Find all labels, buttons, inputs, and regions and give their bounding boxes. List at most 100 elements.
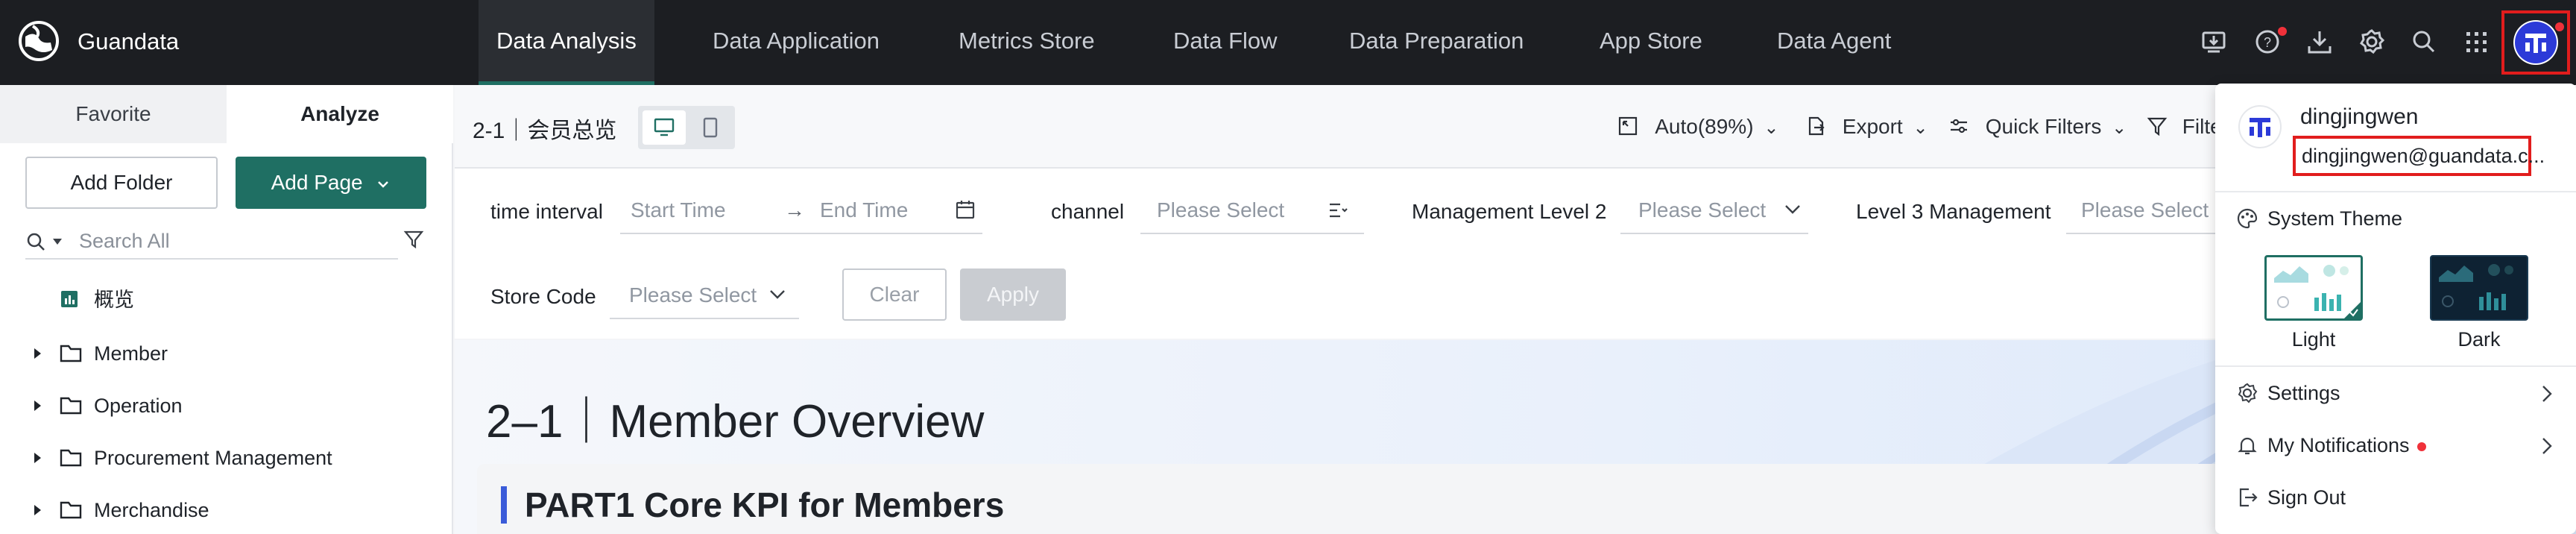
end-time-input[interactable]: End Time xyxy=(820,198,908,222)
filter-icon xyxy=(2147,117,2168,136)
apply-button[interactable]: Apply xyxy=(960,268,1066,321)
apps-grid-icon[interactable] xyxy=(2461,27,2491,57)
help-notification-dot xyxy=(2278,27,2287,36)
tree-item-operation[interactable]: Operation xyxy=(0,383,447,428)
search-input[interactable]: Search All xyxy=(79,230,170,253)
zoom-label: Auto(89%) xyxy=(1655,115,1754,138)
search-icon[interactable] xyxy=(2409,27,2439,57)
desktop-icon xyxy=(654,118,675,136)
svg-text:?: ? xyxy=(2264,35,2271,50)
sidebar-search[interactable]: Search All xyxy=(25,227,398,260)
list-filter-icon xyxy=(1330,203,1348,218)
time-interval-label: time interval xyxy=(490,200,603,223)
chevron-down-icon xyxy=(378,180,389,188)
user-avatar-large xyxy=(2238,105,2282,148)
zoom-fit-icon xyxy=(1618,116,1638,136)
chevron-right-icon xyxy=(2542,386,2552,402)
management-level-2-placeholder: Please Select xyxy=(1638,198,1767,222)
date-range-input[interactable]: Start Time → End Time xyxy=(620,186,982,234)
caret-right-icon[interactable] xyxy=(33,400,42,412)
settings-icon xyxy=(2238,383,2258,403)
store-code-placeholder: Please Select xyxy=(629,283,757,307)
theme-dark-label[interactable]: Dark xyxy=(2430,328,2528,351)
folder-icon xyxy=(60,397,82,415)
caret-down-icon[interactable] xyxy=(52,237,63,246)
export-menu[interactable]: Export ⌄ xyxy=(1805,115,1928,139)
tree-item-label: Member xyxy=(94,342,168,365)
caret-right-icon[interactable] xyxy=(33,348,42,359)
nav-tab-data-preparation[interactable]: Data Preparation xyxy=(1349,0,1524,85)
quick-filters-label: Quick Filters xyxy=(1985,115,2102,138)
tree-item-merchandise[interactable]: Merchandise xyxy=(0,488,447,533)
page-title: 2-1｜会员总览 xyxy=(473,119,617,143)
caret-right-icon[interactable] xyxy=(33,504,42,516)
store-code-label: Store Code xyxy=(490,285,596,308)
nav-tab-data-flow[interactable]: Data Flow xyxy=(1173,0,1278,85)
export-label: Export xyxy=(1842,115,1903,138)
theme-dark-option[interactable] xyxy=(2430,255,2528,321)
range-arrow-icon: → xyxy=(784,198,805,222)
dashboard-download-icon[interactable] xyxy=(2199,27,2229,57)
device-toggle xyxy=(638,106,735,149)
desktop-view-button[interactable] xyxy=(643,110,686,145)
channel-label: channel xyxy=(1051,200,1125,223)
tree-item-label: 概览 xyxy=(94,289,134,311)
clear-button[interactable]: Clear xyxy=(842,268,947,321)
user-avatar-button[interactable] xyxy=(2501,10,2570,75)
tree-item-label: Procurement Management xyxy=(94,447,332,469)
section-accent-bar xyxy=(501,486,507,524)
zoom-select[interactable]: Auto(89%) ⌄ xyxy=(1617,115,1778,139)
tree-item-label: Operation xyxy=(94,395,183,417)
theme-light-label[interactable]: Light xyxy=(2264,328,2363,351)
level-3-management-select[interactable]: Please Select xyxy=(2066,186,2215,234)
nav-tab-data-application[interactable]: Data Application xyxy=(713,0,880,85)
tree-item-label: Merchandise xyxy=(94,499,209,521)
divider xyxy=(2215,365,2576,367)
nav-tab-metrics-store[interactable]: Metrics Store xyxy=(959,0,1095,85)
channel-select[interactable]: Please Select xyxy=(1140,186,1364,234)
download-icon[interactable] xyxy=(2305,27,2334,57)
add-page-button[interactable]: Add Page xyxy=(236,157,426,209)
top-nav-bar: Guandata Data Analysis Data Application … xyxy=(0,0,2576,85)
add-folder-button[interactable]: Add Folder xyxy=(25,157,218,209)
filter-icon[interactable] xyxy=(402,228,425,251)
tree-item-procurement-management[interactable]: Procurement Management xyxy=(0,436,447,480)
nav-tab-data-agent[interactable]: Data Agent xyxy=(1777,0,1891,85)
nav-tab-data-analysis[interactable]: Data Analysis xyxy=(479,0,654,85)
management-level-2-select[interactable]: Please Select xyxy=(1620,186,1808,234)
dashboard-title: 2–1｜Member Overview xyxy=(486,396,985,447)
settings-label: Settings xyxy=(2267,382,2340,404)
bell-icon xyxy=(2238,437,2257,455)
settings-menu-item[interactable]: Settings xyxy=(2215,371,2576,416)
avatar-notification-dot xyxy=(2555,22,2564,31)
sign-out-icon xyxy=(2239,488,2258,507)
store-code-select[interactable]: Please Select xyxy=(610,271,799,319)
nav-tab-app-store[interactable]: App Store xyxy=(1600,0,1702,85)
tree-item-member[interactable]: Member xyxy=(0,331,447,376)
system-theme-label: System Theme xyxy=(2267,207,2403,230)
chevron-right-icon xyxy=(2542,438,2552,454)
calendar-icon[interactable] xyxy=(956,200,975,219)
level-3-management-placeholder: Please Select xyxy=(2081,198,2209,222)
folder-icon xyxy=(60,345,82,362)
notifications-menu-item[interactable]: My Notifications xyxy=(2215,424,2576,468)
filter-menu[interactable]: Filte xyxy=(2147,115,2222,139)
mobile-view-button[interactable] xyxy=(690,110,730,145)
tab-analyze[interactable]: Analyze xyxy=(227,85,453,143)
caret-right-icon[interactable] xyxy=(33,452,42,464)
tree-item-overview[interactable]: 概览 xyxy=(0,277,447,322)
dark-theme-preview xyxy=(2439,264,2513,310)
search-icon xyxy=(27,233,45,251)
sign-out-menu-item[interactable]: Sign Out xyxy=(2215,476,2576,521)
user-avatar[interactable] xyxy=(2513,20,2558,65)
username: dingjingwen xyxy=(2300,104,2419,129)
channel-placeholder: Please Select xyxy=(1157,198,1285,222)
guandata-logo-icon[interactable] xyxy=(18,20,60,62)
tab-favorite[interactable]: Favorite xyxy=(0,85,227,143)
system-theme-header: System Theme xyxy=(2215,197,2576,242)
sidebar: Favorite Analyze Add Folder Add Page Sea… xyxy=(0,85,453,534)
start-time-input[interactable]: Start Time xyxy=(631,198,726,222)
theme-light-option[interactable] xyxy=(2264,255,2363,321)
quick-filters-menu[interactable]: Quick Filters ⌄ xyxy=(1948,115,2127,139)
settings-icon[interactable] xyxy=(2357,27,2387,57)
